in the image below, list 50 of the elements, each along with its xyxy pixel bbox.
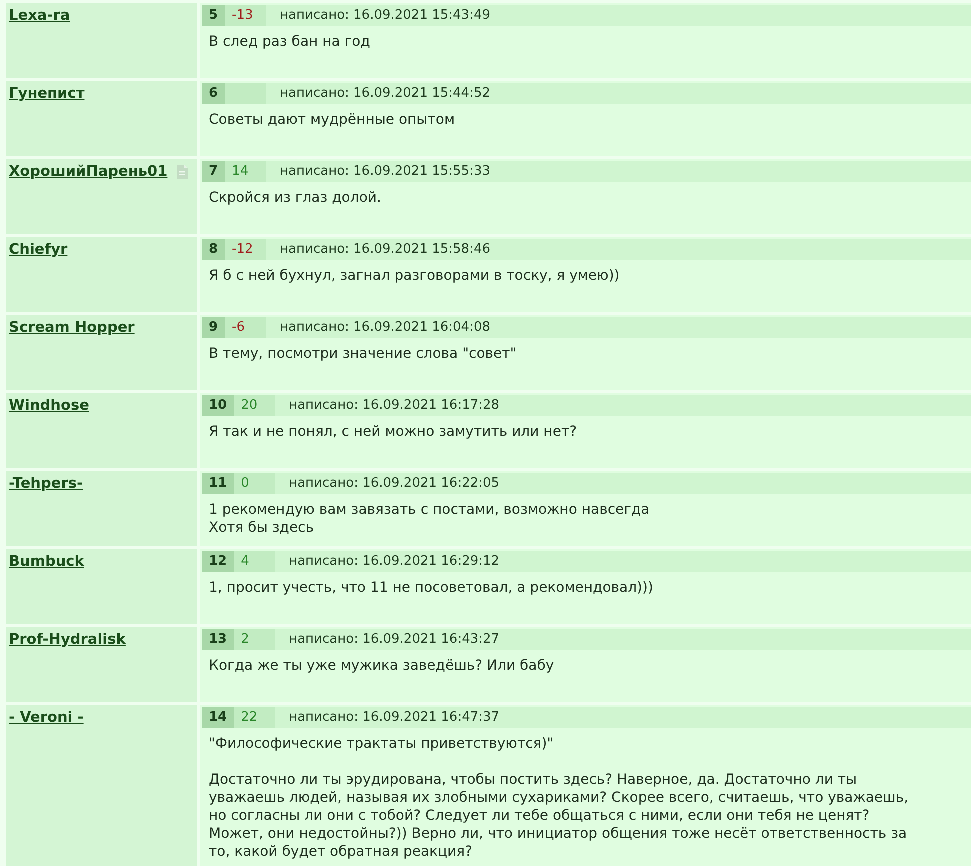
post-number: 11 (202, 473, 234, 494)
post-text: Я б с ней бухнул, загнал разговорами в тоску, я умею)) (209, 267, 620, 285)
post-number: 9 (202, 317, 226, 338)
rating-score: 22 (234, 707, 276, 728)
post-text: Я так и не понял, с ней можно замутить или нет? (209, 423, 578, 441)
post-text: Советы дают мудрённые опытом (209, 111, 456, 129)
post-number: 13 (202, 629, 234, 650)
post-text: Когда же ты уже мужика заведёшь? Или бабу (209, 657, 554, 675)
post-text: В след раз бан на год (209, 33, 370, 51)
author-link[interactable]: Windhose (9, 396, 90, 416)
post-date: написано: 16.09.2021 15:43:49 (280, 7, 490, 25)
author-link[interactable]: ХорошийПарень01 (9, 162, 168, 182)
post-text: В тему, посмотри значение слова "совет" (209, 345, 517, 363)
post-number: 12 (202, 551, 234, 572)
post-text: Скройся из глаз долой. (209, 189, 382, 207)
author-link[interactable]: -Tehpers- (9, 474, 84, 494)
author-link[interactable]: Scream Hopper (9, 318, 135, 338)
post-text: 1, просит учесть, что 11 не посоветовал, а рекомендовал))) (209, 579, 654, 597)
post-number: 10 (202, 395, 234, 416)
post-date: написано: 16.09.2021 15:55:33 (280, 163, 490, 181)
post-date: написано: 16.09.2021 16:17:28 (289, 397, 500, 415)
rating-score: 0 (234, 473, 276, 494)
post-date: написано: 16.09.2021 16:22:05 (289, 475, 500, 493)
post-date: написано: 16.09.2021 16:43:27 (289, 631, 500, 649)
post-number: 7 (202, 161, 226, 182)
post-number: 6 (202, 83, 226, 104)
post-date: написано: 16.09.2021 15:58:46 (280, 241, 490, 259)
post-text: "Философические трактаты приветствуются)" Достаточно ли ты эрудирована, чтобы постить здесь? Наверное, да. Достаточно ли ты уважаешь людей, называя их злобными сухариками? Скорее всего, считаешь, что уважаешь, но согласны ли они с тобой? Следует ли тебе общаться с ними, если они тебя не ценят? Может, они недостойны?)) Верно ли, что инициатор общения тоже несёт ответственность за то, какой будет обратная реакция? (209, 735, 909, 861)
post-date: написано: 16.09.2021 16:29:12 (289, 553, 500, 571)
rating-score: -12 (225, 239, 266, 260)
post-number: 8 (202, 239, 226, 260)
post-text: 1 рекомендую вам завязать с постами, возможно навсегда Хотя бы здесь (209, 501, 650, 537)
post-date: написано: 16.09.2021 16:04:08 (280, 319, 490, 337)
rating-score: -6 (225, 317, 266, 338)
rating-score: -13 (225, 5, 266, 26)
post-number: 5 (202, 5, 226, 26)
post-number: 14 (202, 707, 234, 728)
author-link[interactable]: Гунепист (9, 84, 85, 104)
rating-score: 4 (234, 551, 276, 572)
author-link[interactable]: Bumbuck (9, 552, 84, 572)
author-link[interactable]: Lexa-ra (9, 6, 70, 26)
post-date: написано: 16.09.2021 15:44:52 (280, 85, 490, 103)
author-link[interactable]: - Veroni - (9, 708, 84, 728)
author-link[interactable]: Prof-Hydralisk (9, 630, 126, 650)
rating-score: 2 (234, 629, 276, 650)
post-date: написано: 16.09.2021 16:47:37 (289, 709, 500, 727)
author-link[interactable]: Chiefyr (9, 240, 68, 260)
rating-score: 14 (225, 161, 266, 182)
rating-score: 20 (234, 395, 276, 416)
document-icon[interactable] (176, 165, 188, 179)
